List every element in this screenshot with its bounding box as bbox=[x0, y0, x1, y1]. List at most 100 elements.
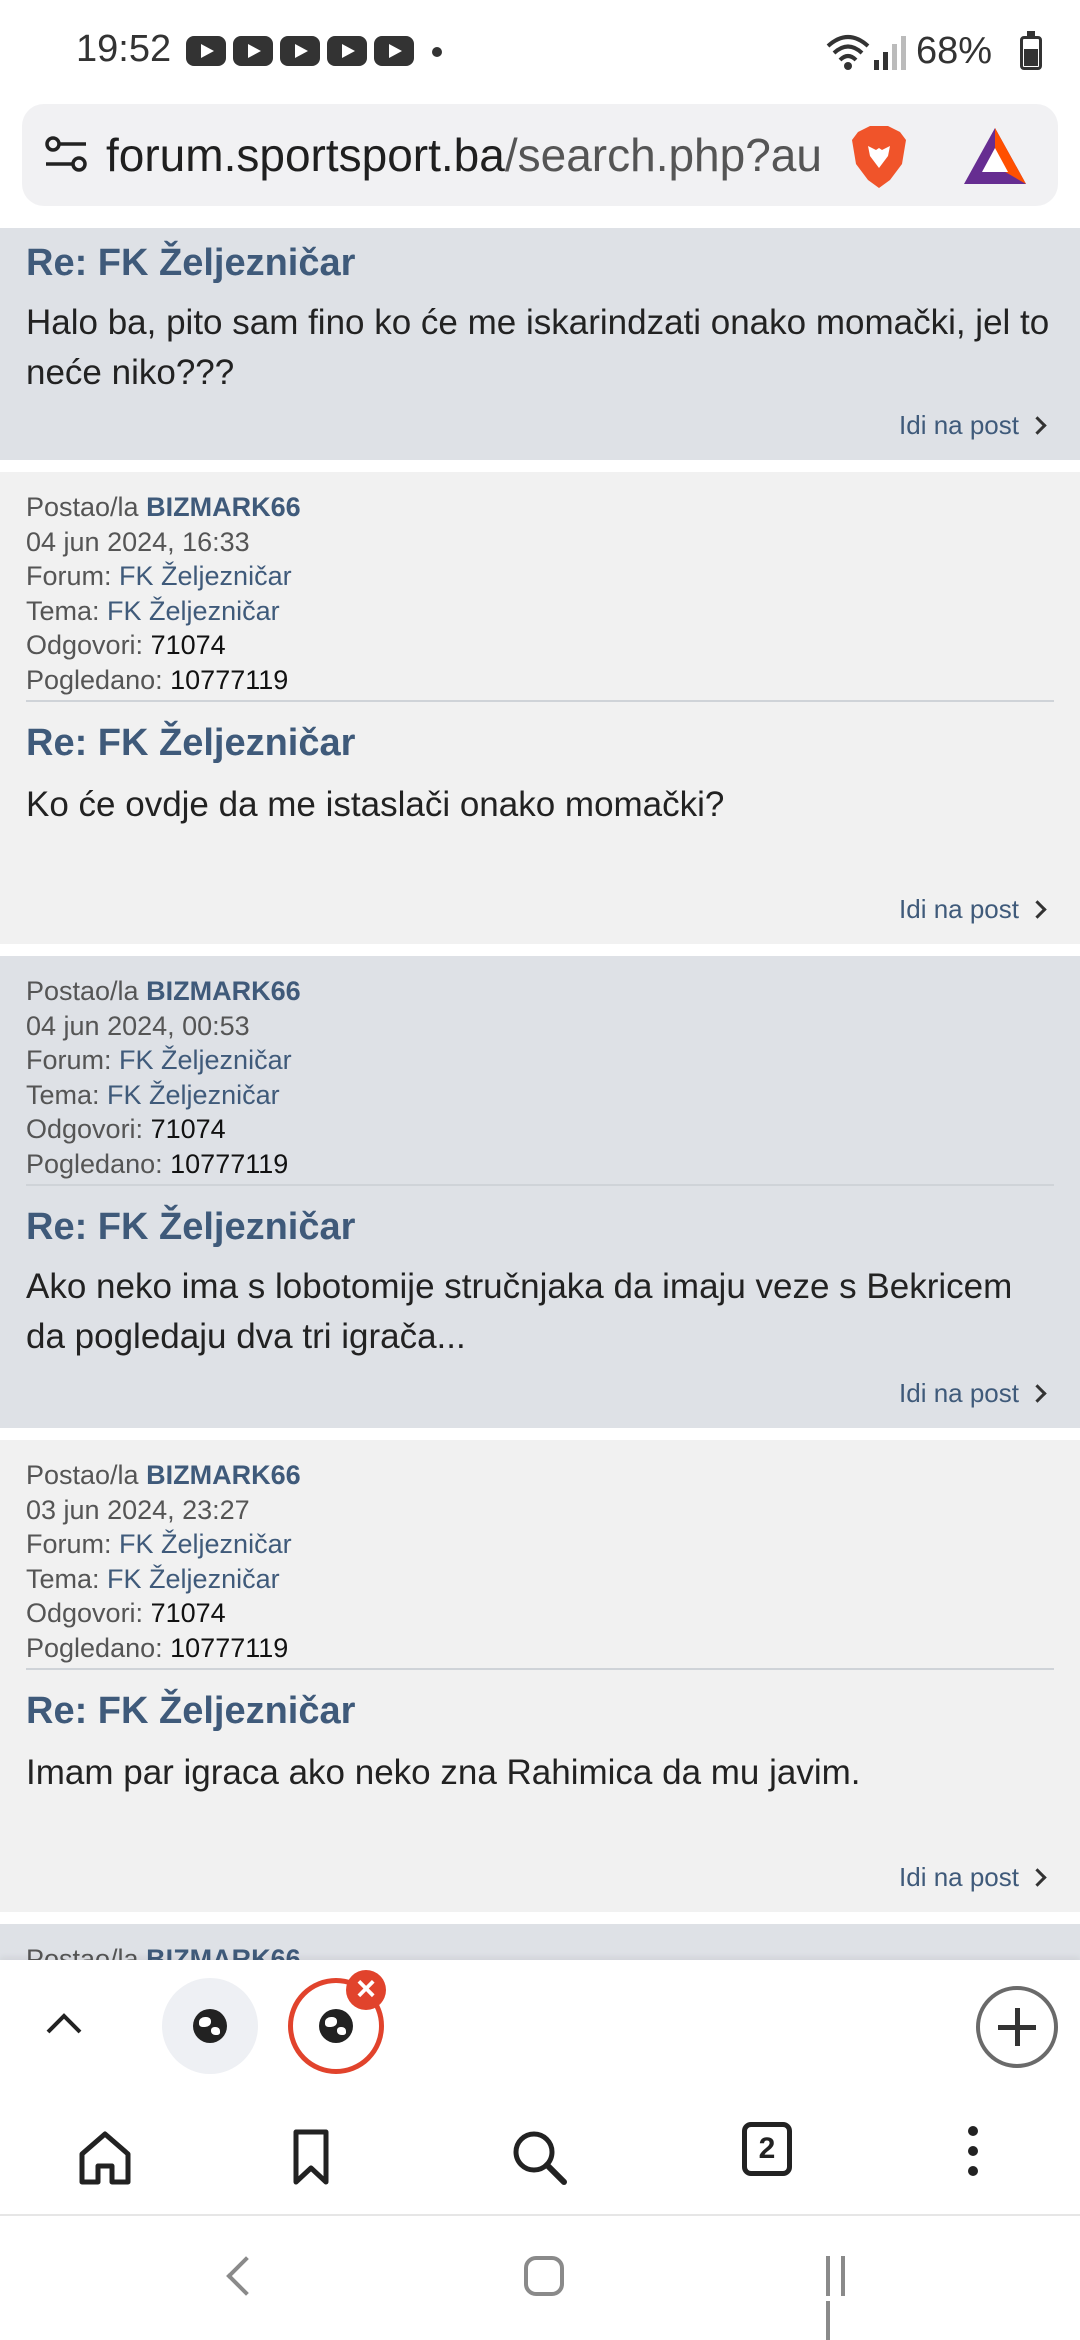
back-icon[interactable] bbox=[226, 2256, 266, 2296]
forum-label: Forum: bbox=[26, 1529, 112, 1559]
url-host: forum.sportsport.ba bbox=[106, 129, 505, 181]
brave-lion-icon[interactable] bbox=[848, 124, 910, 190]
author-link[interactable]: BIZMARK66 bbox=[146, 1460, 301, 1490]
forum-label: Forum: bbox=[26, 561, 112, 591]
home-button[interactable] bbox=[524, 2256, 564, 2296]
divider bbox=[26, 1668, 1054, 1670]
battery-icon bbox=[1020, 31, 1042, 70]
battery-percent: 68% bbox=[916, 30, 993, 72]
posted-by-label: Postao/la bbox=[26, 1944, 139, 1960]
more-vert-icon[interactable] bbox=[968, 2126, 980, 2178]
goto-post-label: Idi na post bbox=[899, 1862, 1019, 1892]
chevron-right-icon bbox=[1028, 416, 1047, 435]
forum-label: Forum: bbox=[26, 1045, 112, 1075]
post-meta: Postao/la BIZMARK66 bbox=[26, 1942, 301, 1960]
post-meta: Postao/la BIZMARK66 04 jun 2024, 00:53 F… bbox=[26, 974, 301, 1181]
replies-count: 71074 bbox=[150, 1598, 226, 1628]
author-link[interactable]: BIZMARK66 bbox=[146, 492, 301, 522]
author-link[interactable]: BIZMARK66 bbox=[146, 1944, 301, 1960]
topic-label: Tema: bbox=[26, 1563, 100, 1594]
post-meta: Postao/la BIZMARK66 04 jun 2024, 16:33 F… bbox=[26, 490, 301, 697]
chevron-right-icon bbox=[1028, 1868, 1047, 1887]
views-count: 10777119 bbox=[170, 1148, 289, 1179]
more-notifications-dot bbox=[432, 47, 442, 57]
goto-post-link[interactable]: Idi na post bbox=[899, 894, 1047, 925]
close-tab-button[interactable]: × bbox=[346, 1970, 386, 2010]
post-date: 03 jun 2024, 23:27 bbox=[26, 1494, 250, 1525]
goto-post-label: Idi na post bbox=[899, 894, 1019, 924]
views-label: Pogledano: bbox=[26, 1148, 163, 1179]
posted-by-label: Postao/la bbox=[26, 1460, 139, 1490]
posted-by-label: Postao/la bbox=[26, 492, 139, 522]
views-label: Pogledano: bbox=[26, 664, 163, 695]
replies-label: Odgovori: bbox=[26, 1598, 144, 1628]
replies-label: Odgovori: bbox=[26, 630, 144, 660]
globe-icon bbox=[319, 2009, 353, 2043]
post-card: Postao/la BIZMARK66 04 jun 2024, 00:53 F… bbox=[0, 956, 1080, 1428]
status-right: 68% bbox=[820, 24, 1080, 80]
globe-icon bbox=[193, 2009, 227, 2043]
topic-label: Tema: bbox=[26, 1079, 100, 1110]
topic-link[interactable]: FK Željezničar bbox=[107, 1564, 280, 1594]
tabs-button[interactable]: 2 bbox=[742, 2122, 792, 2176]
post-title[interactable]: Re: FK Željezničar bbox=[26, 242, 355, 285]
youtube-notification-icon bbox=[327, 36, 367, 66]
post-card: Postao/la BIZMARK66 03 jun 2024, 23:27 F… bbox=[0, 1440, 1080, 1912]
post-date: 04 jun 2024, 16:33 bbox=[26, 526, 250, 557]
wifi-icon bbox=[826, 35, 870, 70]
post-body: Ako neko ima s lobotomije stručnjaka da … bbox=[26, 1267, 1013, 1356]
search-icon[interactable] bbox=[504, 2122, 574, 2192]
post-card: Postao/la BIZMARK66 bbox=[0, 1924, 1080, 1960]
youtube-notification-icon bbox=[374, 36, 414, 66]
replies-label: Odgovori: bbox=[26, 1114, 144, 1144]
tune-icon[interactable] bbox=[44, 134, 88, 174]
system-navigation bbox=[0, 2216, 1080, 2340]
posted-by-label: Postao/la bbox=[26, 976, 139, 1006]
address-bar[interactable]: forum.sportsport.ba/search.php?au bbox=[22, 104, 1058, 206]
author-link[interactable]: BIZMARK66 bbox=[146, 976, 301, 1006]
replies-count: 71074 bbox=[150, 630, 226, 660]
bookmark-icon[interactable] bbox=[276, 2122, 346, 2192]
chevron-up-icon[interactable] bbox=[44, 2008, 84, 2038]
forum-link[interactable]: FK Željezničar bbox=[119, 561, 292, 591]
forum-link[interactable]: FK Željezničar bbox=[119, 1529, 292, 1559]
goto-post-link[interactable]: Idi na post bbox=[899, 410, 1047, 441]
divider bbox=[26, 700, 1054, 702]
topic-link[interactable]: FK Željezničar bbox=[107, 596, 280, 626]
chevron-right-icon bbox=[1028, 900, 1047, 919]
url-text[interactable]: forum.sportsport.ba/search.php?au bbox=[106, 128, 846, 184]
goto-post-link[interactable]: Idi na post bbox=[899, 1378, 1047, 1409]
post-title[interactable]: Re: FK Željezničar bbox=[26, 1206, 355, 1249]
bat-rewards-icon[interactable] bbox=[962, 126, 1028, 186]
tab-strip: × bbox=[0, 1960, 1080, 2092]
post-card: Re: FK Željezničar Halo ba, pito sam fin… bbox=[0, 228, 1080, 460]
views-label: Pogledano: bbox=[26, 1632, 163, 1663]
youtube-notification-icon bbox=[233, 36, 273, 66]
chevron-right-icon bbox=[1028, 1384, 1047, 1403]
views-count: 10777119 bbox=[170, 664, 289, 695]
goto-post-label: Idi na post bbox=[899, 410, 1019, 440]
post-body: Halo ba, pito sam fino ko će me iskarind… bbox=[26, 303, 1050, 392]
topic-link[interactable]: FK Željezničar bbox=[107, 1080, 280, 1110]
post-title[interactable]: Re: FK Željezničar bbox=[26, 722, 355, 765]
recent-apps-icon[interactable] bbox=[826, 2256, 870, 2340]
post-meta: Postao/la BIZMARK66 03 jun 2024, 23:27 F… bbox=[26, 1458, 301, 1665]
post-body: Imam par igraca ako neko zna Rahimica da… bbox=[26, 1753, 861, 1792]
goto-post-link[interactable]: Idi na post bbox=[899, 1862, 1047, 1893]
post-date: 04 jun 2024, 00:53 bbox=[26, 1010, 250, 1041]
replies-count: 71074 bbox=[150, 1114, 226, 1144]
home-icon[interactable] bbox=[70, 2122, 140, 2192]
post-body: Ko će ovdje da me istaslači onako momačk… bbox=[26, 785, 725, 824]
new-tab-button[interactable] bbox=[976, 1986, 1058, 2068]
views-count: 10777119 bbox=[170, 1632, 289, 1663]
youtube-notification-icon bbox=[186, 36, 226, 66]
youtube-notification-icon bbox=[280, 36, 320, 66]
topic-label: Tema: bbox=[26, 595, 100, 626]
browser-toolbar: 2 bbox=[0, 2092, 1080, 2216]
forum-link[interactable]: FK Željezničar bbox=[119, 1045, 292, 1075]
post-card: Postao/la BIZMARK66 04 jun 2024, 16:33 F… bbox=[0, 472, 1080, 944]
post-title[interactable]: Re: FK Željezničar bbox=[26, 1690, 355, 1733]
tab-thumbnail[interactable] bbox=[162, 1978, 258, 2074]
status-time: 19:52 bbox=[76, 28, 172, 70]
signal-icon bbox=[874, 36, 906, 70]
